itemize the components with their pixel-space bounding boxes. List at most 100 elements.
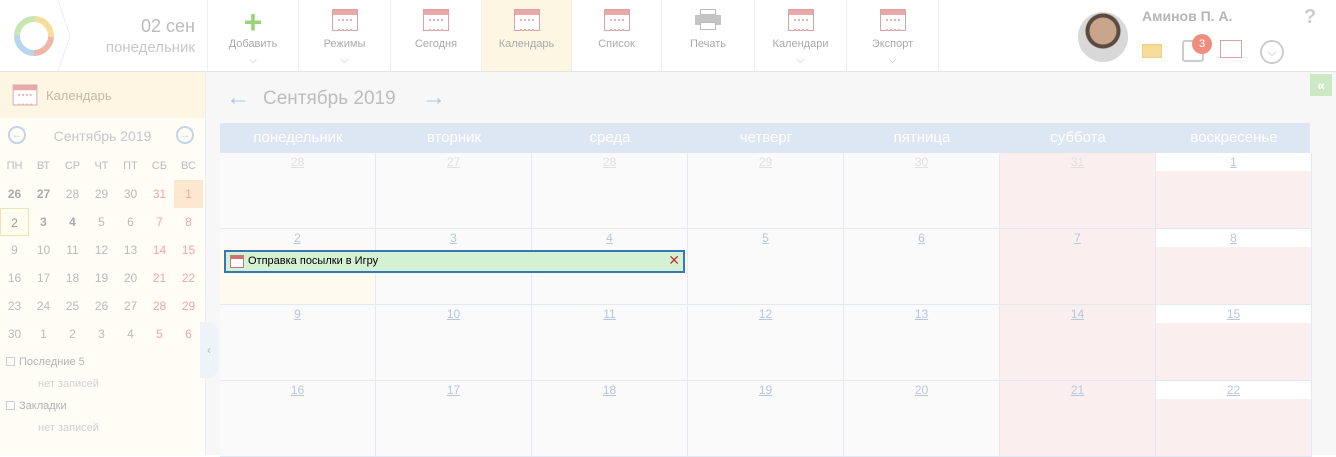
mini-day[interactable]: 26 [87,292,116,320]
calendar-day-number[interactable]: 14 [1000,307,1155,321]
expand-panel-button[interactable]: « [1310,74,1332,96]
mini-day[interactable]: 5 [145,320,174,348]
calendar-day-cell[interactable]: 17 [376,381,532,457]
calendar-day-cell[interactable]: 20 [844,381,1000,457]
calendar-day-number[interactable]: 28 [532,155,687,169]
app-logo[interactable] [0,0,71,72]
tree-recent[interactable]: Последние 5 [6,356,85,368]
mini-day[interactable]: 6 [174,320,203,348]
calendar-day-number[interactable]: 22 [1156,383,1311,397]
calendar-day-cell[interactable]: 15 [1156,305,1312,381]
calendar-day-number[interactable]: 27 [376,155,531,169]
calendar-day-number[interactable]: 12 [688,307,843,321]
mini-day[interactable]: 25 [58,292,87,320]
mini-day[interactable]: 8 [174,208,203,236]
calendar-day-number[interactable]: 11 [532,307,687,321]
calendar-day-number[interactable]: 15 [1156,307,1311,321]
calendar-day-cell[interactable]: 7 [1000,229,1156,305]
calendar-day-cell[interactable]: 16 [220,381,376,457]
mini-day[interactable]: 28 [58,180,87,208]
calendar-day-number[interactable]: 31 [1000,155,1155,169]
mini-day[interactable]: 31 [145,180,174,208]
calendar-day-number[interactable]: 19 [688,383,843,397]
next-month-arrow-icon[interactable]: → [422,84,446,112]
mini-day[interactable]: 5 [87,208,116,236]
calendar-day-number[interactable]: 7 [1000,231,1155,245]
mini-day[interactable]: 10 [29,236,58,264]
calendar-view-button[interactable]: Календарь [482,0,572,71]
calendar-day-cell[interactable]: 27 [376,153,532,229]
mini-day[interactable]: 17 [29,264,58,292]
mini-day[interactable]: 29 [87,180,116,208]
calendar-day-number[interactable]: 4 [532,231,687,245]
mini-day[interactable]: 27 [116,292,145,320]
next-month-icon[interactable]: → [176,126,194,144]
mini-day[interactable]: 30 [0,320,29,348]
calendar-day-number[interactable]: 30 [844,155,999,169]
mini-day[interactable]: 1 [29,320,58,348]
calendar-day-cell[interactable]: 21 [1000,381,1156,457]
mail-icon[interactable] [1142,44,1162,58]
calendar-day-number[interactable]: 28 [220,155,375,169]
collapse-icon[interactable] [6,357,15,366]
calendar-day-number[interactable]: 10 [376,307,531,321]
calendar-day-cell[interactable]: 11 [532,305,688,381]
mini-day[interactable]: 21 [145,264,174,292]
calendar-day-cell[interactable]: 28 [220,153,376,229]
calendar-day-cell[interactable]: 9 [220,305,376,381]
mini-day[interactable]: 11 [58,236,87,264]
list-view-button[interactable]: Список [572,0,662,71]
calendar-day-cell[interactable]: 13 [844,305,1000,381]
calendar-day-cell[interactable]: 22 [1156,381,1312,457]
calendar-day-cell[interactable]: 1 [1156,153,1312,229]
calendar-day-number[interactable]: 6 [844,231,999,245]
calendar-day-number[interactable]: 8 [1156,231,1311,245]
calendar-day-number[interactable]: 21 [1000,383,1155,397]
mini-day[interactable]: 1 [174,180,203,208]
calendar-day-cell[interactable]: 29 [688,153,844,229]
export-button[interactable]: Экспорт ⌵ [847,0,939,71]
calendar-day-number[interactable]: 16 [220,383,375,397]
help-icon[interactable]: ? [1304,6,1316,29]
calendar-day-number[interactable]: 13 [844,307,999,321]
mini-day[interactable]: 4 [116,320,145,348]
mini-day[interactable]: 6 [116,208,145,236]
calendar-day-cell[interactable]: 30 [844,153,1000,229]
modes-button[interactable]: Режимы ⌵ [299,0,391,71]
calendar-day-number[interactable]: 3 [376,231,531,245]
mini-day[interactable]: 12 [87,236,116,264]
calendar-day-number[interactable]: 1 [1156,155,1311,169]
user-name[interactable]: Аминов П. А. [1142,8,1232,24]
calendar-event[interactable]: Отправка посылки в Игру ✕ [224,250,685,273]
mini-day[interactable]: 23 [0,292,29,320]
mini-day[interactable]: 4 [58,208,87,236]
print-button[interactable]: Печать [662,0,755,71]
mini-day[interactable]: 7 [145,208,174,236]
calendar-day-cell[interactable]: 18 [532,381,688,457]
tree-bookmarks[interactable]: Закладки [6,400,67,412]
mini-day[interactable]: 14 [145,236,174,264]
avatar[interactable] [1078,12,1128,62]
calendar-day-cell[interactable]: 6 [844,229,1000,305]
mini-day[interactable]: 18 [58,264,87,292]
calendar-day-number[interactable]: 5 [688,231,843,245]
calendar-day-cell[interactable]: 28 [532,153,688,229]
calendar-day-number[interactable]: 2 [220,231,375,245]
calendar-day-cell[interactable]: 8 [1156,229,1312,305]
calendar-day-cell[interactable]: 10 [376,305,532,381]
collapse-sidebar-button[interactable]: ‹ [200,322,218,378]
mini-day[interactable]: 3 [29,208,58,236]
calendar-day-cell[interactable]: 5 [688,229,844,305]
mini-day[interactable]: 22 [174,264,203,292]
mini-day[interactable]: 30 [116,180,145,208]
calendar-day-number[interactable]: 29 [688,155,843,169]
calendar-day-number[interactable]: 9 [220,307,375,321]
mini-day[interactable]: 27 [29,180,58,208]
event-close-icon[interactable]: ✕ [668,251,680,270]
calendar-day-number[interactable]: 20 [844,383,999,397]
mini-day[interactable]: 3 [87,320,116,348]
calendar-day-cell[interactable]: 12 [688,305,844,381]
prev-month-arrow-icon[interactable]: ← [226,84,250,112]
calendar-day-cell[interactable]: 31 [1000,153,1156,229]
mini-day[interactable]: 19 [87,264,116,292]
